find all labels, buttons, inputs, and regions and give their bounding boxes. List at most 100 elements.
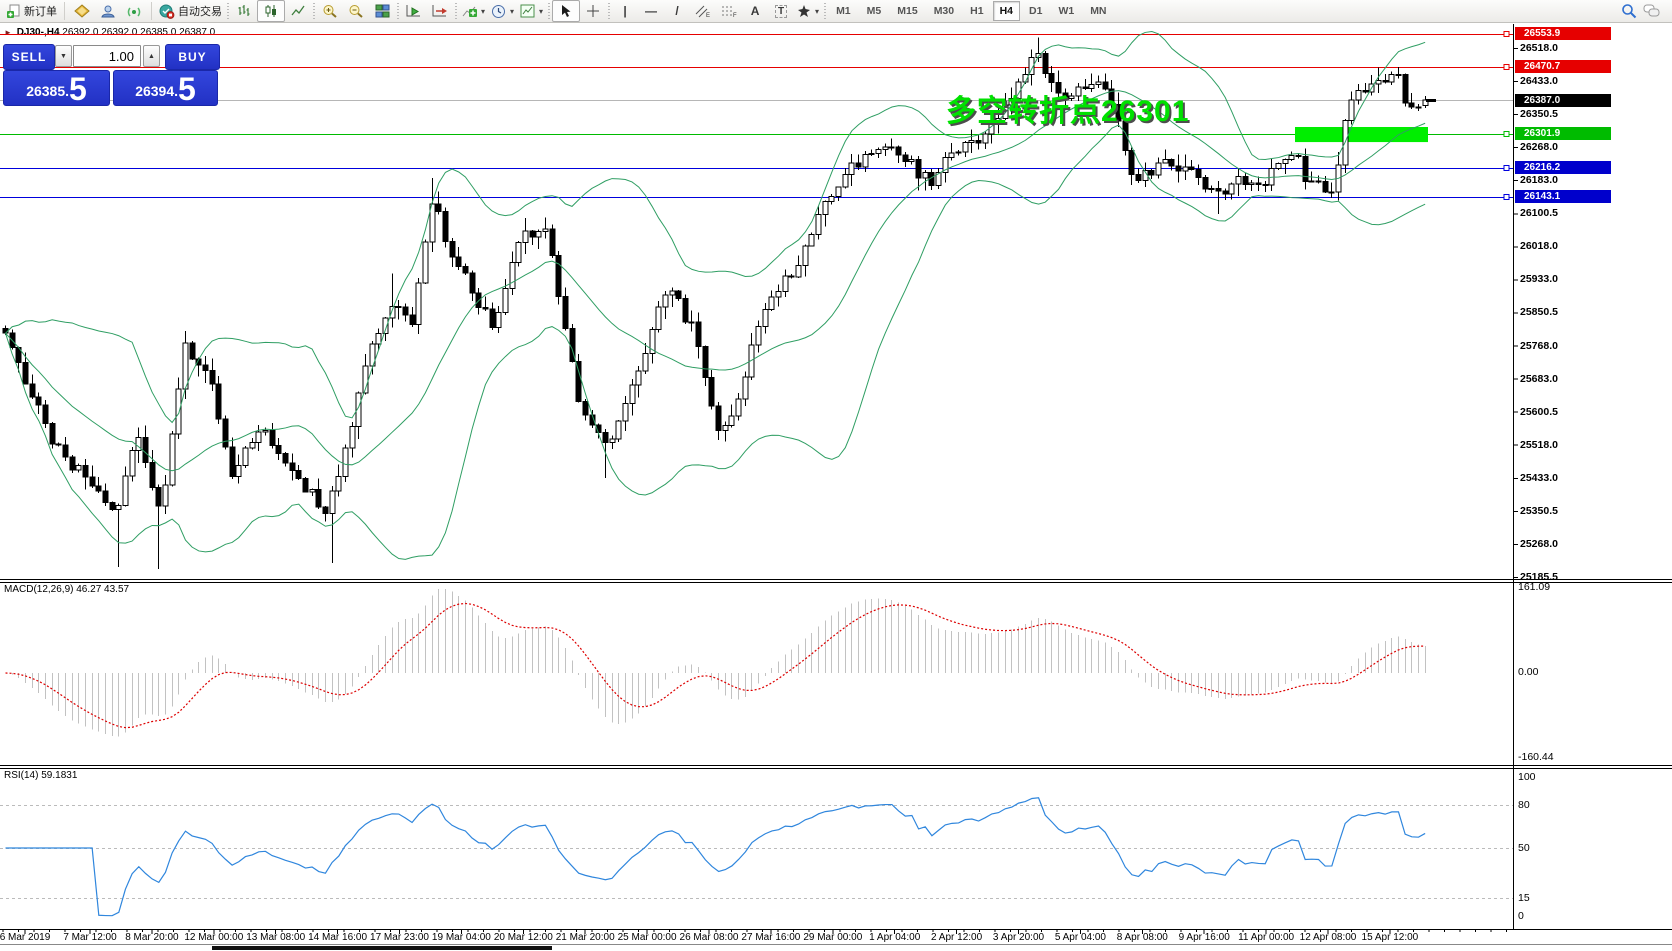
price-tick-label: 26018.0: [1520, 240, 1558, 252]
resistance-price-tag: 26470.7: [1515, 60, 1611, 73]
accounts-icon: [100, 4, 116, 19]
zoom-in-button[interactable]: [317, 1, 343, 21]
auto-trading-label: 自动交易: [178, 3, 222, 19]
price-tick-label: 25850.5: [1520, 306, 1558, 318]
fibonacci-tool[interactable]: F: [716, 1, 742, 21]
timeframe-m1[interactable]: M1: [829, 1, 858, 21]
templates-button[interactable]: ▾: [517, 1, 546, 21]
price-tick-label: 26518.0: [1520, 42, 1558, 54]
resistance-price-tag: 26553.9: [1515, 27, 1611, 40]
new-order-button[interactable]: 新订单: [3, 1, 60, 21]
horizontal-scrollbar-thumb[interactable]: [212, 946, 552, 950]
toolbar-separator: [64, 2, 65, 20]
chat-icon[interactable]: [1643, 4, 1661, 19]
sell-price-button[interactable]: 26385.5: [3, 70, 110, 106]
profiles-button[interactable]: [69, 1, 95, 21]
crosshair-icon: [586, 4, 600, 18]
toolbar-grip: [313, 3, 315, 19]
timeframe-m15[interactable]: M15: [890, 1, 924, 21]
timeframe-w1[interactable]: W1: [1051, 1, 1081, 21]
new-order-icon: [6, 4, 21, 19]
one-click-trading-panel: SELL ▼ ▲ BUY 26385.5 26394.5: [3, 44, 218, 106]
trendline-icon: /: [675, 4, 678, 18]
tile-windows-button[interactable]: [369, 1, 395, 21]
auto-scroll-button[interactable]: [401, 1, 427, 21]
tile-windows-icon: [375, 4, 390, 18]
horizontal-line-tool[interactable]: —: [638, 1, 664, 21]
timeframe-mn[interactable]: MN: [1083, 1, 1113, 21]
vertical-line-tool[interactable]: |: [612, 1, 638, 21]
cursor-tool-button[interactable]: [552, 0, 580, 22]
auto-trading-icon: [159, 4, 175, 19]
timeframe-m30[interactable]: M30: [927, 1, 961, 21]
sell-button[interactable]: SELL: [3, 44, 55, 70]
auto-scroll-icon: [406, 4, 422, 18]
volume-input[interactable]: [73, 45, 141, 67]
channel-icon: E: [695, 4, 711, 18]
signals-button[interactable]: [121, 1, 147, 21]
auto-trading-button[interactable]: 自动交易: [156, 1, 225, 21]
trendline-tool[interactable]: /: [664, 1, 690, 21]
indicators-button[interactable]: ▾: [459, 1, 488, 21]
price-tick-label: 25268.0: [1520, 538, 1558, 550]
horizontal-line-icon: —: [645, 4, 657, 18]
bar-chart-icon: [237, 4, 252, 18]
market-watch-button[interactable]: [95, 1, 121, 21]
timeframe-h1[interactable]: H1: [963, 1, 990, 21]
pivot-price-tag: 26301.9: [1515, 127, 1611, 140]
toolbar-grip: [548, 3, 550, 19]
mt4-window: { "toolbar": { "new_order_label": "新订单",…: [0, 0, 1672, 951]
time-tick-label: 20 Mar 12:00: [494, 932, 553, 943]
dropdown-caret: ▾: [815, 7, 819, 16]
arrows-icon: [797, 4, 811, 18]
periods-button[interactable]: ▾: [488, 1, 517, 21]
label-icon: T: [775, 5, 787, 18]
fibonacci-icon: F: [721, 4, 737, 18]
time-tick-label: 8 Apr 08:00: [1117, 932, 1168, 943]
arrows-tool[interactable]: ▾: [794, 1, 822, 21]
zoom-out-icon: [348, 4, 364, 19]
chart-shift-button[interactable]: [427, 1, 453, 21]
rsi-axis-100: 100: [1518, 771, 1536, 783]
text-tool[interactable]: A: [742, 1, 768, 21]
time-tick-label: 27 Mar 16:00: [741, 932, 800, 943]
bar-chart-button[interactable]: [231, 1, 257, 21]
search-icon[interactable]: [1621, 3, 1637, 19]
vertical-line-icon: |: [623, 4, 626, 18]
line-chart-button[interactable]: [285, 1, 311, 21]
crosshair-tool-button[interactable]: [580, 1, 606, 21]
time-tick-label: 3 Apr 20:00: [993, 932, 1044, 943]
buy-price-button[interactable]: 26394.5: [113, 70, 218, 106]
volume-decrease-button[interactable]: ▼: [55, 45, 72, 67]
price-tick-label: 25768.0: [1520, 340, 1558, 352]
zoom-out-button[interactable]: [343, 1, 369, 21]
profiles-icon: [74, 4, 90, 18]
time-tick-label: 19 Mar 04:00: [432, 932, 491, 943]
label-tool[interactable]: T: [768, 1, 794, 21]
price-tick-label: 25185.5: [1520, 571, 1558, 583]
time-tick-label: 8 Mar 20:00: [125, 932, 178, 943]
buy-button[interactable]: BUY: [165, 44, 220, 70]
line-chart-icon: [291, 4, 306, 18]
time-tick-label: 25 Mar 00:00: [618, 932, 677, 943]
time-tick-label: 15 Apr 12:00: [1362, 932, 1419, 943]
channel-tool[interactable]: E: [690, 1, 716, 21]
time-tick-label: 2 Apr 12:00: [931, 932, 982, 943]
chart-canvas[interactable]: [0, 0, 1672, 951]
volume-increase-button[interactable]: ▲: [143, 45, 160, 67]
timeframe-h4[interactable]: H4: [993, 1, 1020, 21]
time-tick-label: 29 Mar 00:00: [803, 932, 862, 943]
dropdown-caret: ▾: [481, 7, 485, 16]
template-icon: [520, 4, 535, 18]
svg-text:E: E: [706, 13, 710, 18]
candlestick-chart-button[interactable]: [257, 0, 285, 22]
sell-price-main: 26385.: [26, 78, 69, 104]
time-tick-label: 12 Mar 00:00: [184, 932, 243, 943]
price-tick-label: 25433.0: [1520, 472, 1558, 484]
timeframe-m5[interactable]: M5: [860, 1, 889, 21]
timeframe-d1[interactable]: D1: [1022, 1, 1049, 21]
buy-price-big-digit: 5: [178, 74, 196, 104]
time-tick-label: 5 Apr 04:00: [1055, 932, 1106, 943]
toolbar-grip: [397, 3, 399, 19]
time-tick-label: 6 Mar 2019: [0, 932, 50, 943]
